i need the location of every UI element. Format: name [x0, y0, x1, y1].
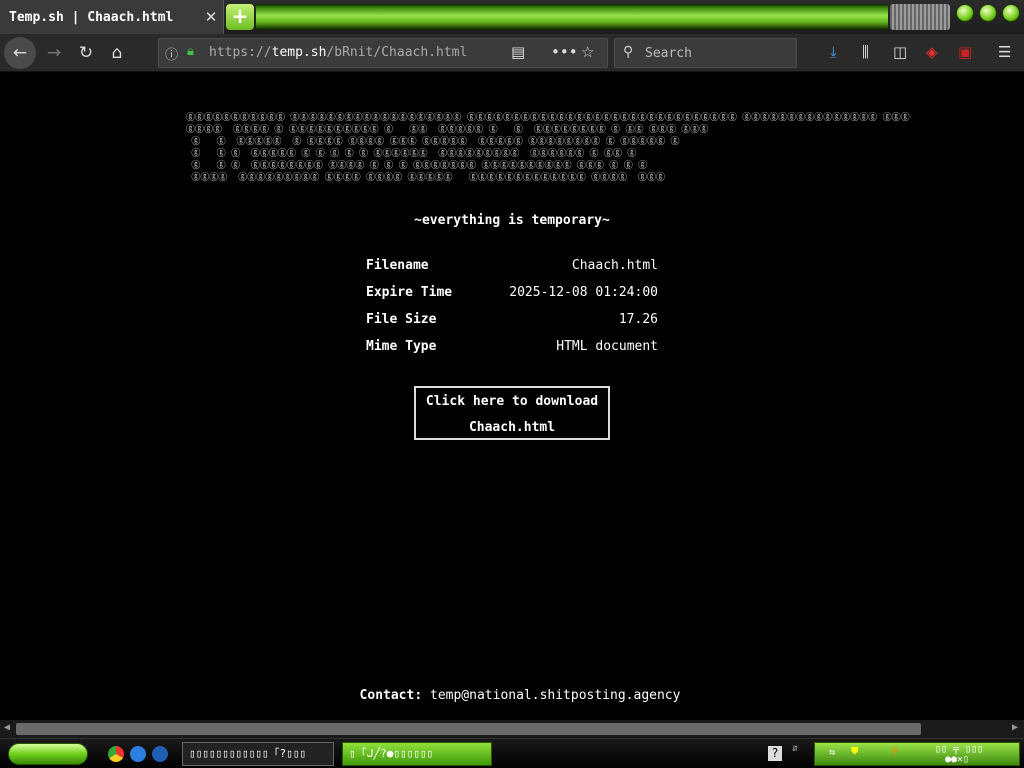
home-button[interactable]: ⌂: [103, 39, 131, 67]
info-label: Expire Time: [366, 285, 453, 300]
info-value: 17.26: [618, 312, 658, 327]
scroll-right-icon[interactable]: ▶: [1012, 722, 1018, 733]
close-window-button[interactable]: [1002, 4, 1020, 22]
ascii-banner: ⓖⓖⓖⓖⓖⓖⓖⓖⓖⓖⓖ ⓖⓖⓖⓖⓖⓖⓖⓖⓖⓖⓖⓖⓖⓖⓖⓖⓖⓖⓖ ⓖⓖⓖⓖⓖⓖⓖⓖ…: [186, 112, 1024, 182]
url-bar[interactable]: ⓘ 🔒︎ https://temp.sh/bRnit/Chaach.html ▤…: [158, 38, 608, 68]
help-icon[interactable]: ?: [768, 746, 782, 761]
horizontal-scrollbar[interactable]: ◀ ▶: [0, 720, 1024, 738]
info-value: Chaach.html: [571, 258, 658, 273]
contact-label: Contact:: [359, 688, 423, 703]
close-tab-icon[interactable]: ✕: [199, 8, 223, 26]
file-info-table: Filename Chaach.html Expire Time 2025-12…: [366, 258, 658, 366]
library-icon[interactable]: ⫼: [862, 43, 869, 61]
info-label: Filename: [366, 258, 429, 273]
scrollbar-thumb[interactable]: [16, 723, 921, 735]
search-tray-icon[interactable]: ⚲: [891, 746, 898, 757]
browser-icon[interactable]: [152, 746, 168, 762]
banner-line-1: ⓖⓖⓖⓖⓖⓖⓖⓖⓖⓖⓖ ⓖⓖⓖⓖⓖⓖⓖⓖⓖⓖⓖⓖⓖⓖⓖⓖⓖⓖⓖ ⓖⓖⓖⓖⓖⓖⓖⓖ…: [186, 113, 910, 123]
search-bar[interactable]: ⚲ Search: [614, 38, 797, 68]
scroll-left-icon[interactable]: ◀: [4, 722, 10, 733]
url-text[interactable]: https://temp.sh/bRnit/Chaach.html: [209, 45, 467, 60]
network-icon[interactable]: ⇆: [829, 747, 835, 758]
extension-icon[interactable]: ▣: [958, 43, 972, 61]
info-row-mime: Mime Type HTML document: [366, 339, 658, 366]
tab-title: Temp.sh | Chaach.html: [9, 9, 174, 25]
sidebar-icon[interactable]: ◫: [893, 43, 907, 61]
maximize-button[interactable]: [979, 4, 997, 22]
contact-line: Contact: temp@national.shitposting.agenc…: [0, 688, 1024, 703]
nav-bar: ← → ↻ ⌂ ⓘ 🔒︎ https://temp.sh/bRnit/Chaac…: [0, 34, 1024, 72]
download-button[interactable]: Click here to download Chaach.html: [414, 386, 610, 440]
search-placeholder: Search: [645, 46, 692, 61]
minimize-button[interactable]: [956, 4, 974, 22]
chrome-icon[interactable]: [108, 746, 124, 762]
bookmark-star-icon[interactable]: ☆: [581, 43, 594, 61]
banner-line-4: ⓖ ⓖ ⓖ ⓖⓖⓖⓖⓖ ⓖ ⓖ ⓖ ⓖ ⓖ ⓖⓖⓖⓖⓖⓖ ⓖⓖⓖⓖⓖⓖⓖⓖⓖ ⓖ…: [186, 149, 637, 159]
tab-strip-drag-area[interactable]: [256, 4, 888, 30]
reload-button[interactable]: ↻: [72, 39, 100, 67]
download-label: Click here to download: [425, 394, 599, 409]
banner-line-6: ⓖⓖⓖⓖ ⓖⓖⓖⓖⓖⓖⓖⓖⓖ ⓖⓖⓖⓖ ⓖⓖⓖⓖ ⓖⓖⓖⓖⓖ ⓖⓖⓖⓖⓖⓖⓖⓖⓖ…: [186, 173, 666, 182]
taskbar: ▯▯▯▯▯▯▯▯▯▯▯▯「?▯▯▯ ▯「ᒍ╱?●▯▯▯▯▯▯ ? ⇵ ⇆ ⛊ ⚲…: [0, 738, 1024, 768]
forward-button[interactable]: →: [40, 39, 68, 67]
page-actions-icon[interactable]: •••: [551, 43, 578, 61]
banner-line-2: ⓖⓖⓖⓖ ⓖⓖⓖⓖ ⓖ ⓖⓖⓖⓖⓖⓖⓖⓖⓖⓖ ⓖ ⓖⓖ ⓖⓖⓖⓖⓖ ⓖ ⓖ ⓖⓖ…: [186, 125, 709, 135]
new-tab-button[interactable]: +: [226, 4, 254, 30]
ie-icon[interactable]: [130, 746, 146, 762]
tray-toggle-icon[interactable]: ⇵: [792, 743, 798, 754]
taskbar-item-2[interactable]: ▯「ᒍ╱?●▯▯▯▯▯▯: [342, 742, 492, 766]
info-value: HTML document: [556, 339, 658, 354]
start-button[interactable]: [8, 743, 88, 765]
reader-view-icon[interactable]: ▤: [511, 43, 525, 61]
tagline: ~everything is temporary~: [414, 213, 610, 228]
ublock-icon[interactable]: ◈: [926, 43, 938, 61]
lock-icon: 🔒︎: [187, 44, 194, 59]
info-value: 2025-12-08 01:24:00: [509, 285, 658, 300]
info-row-filename: Filename Chaach.html: [366, 258, 658, 285]
tray-controls-icon[interactable]: ●●✕▯: [945, 754, 969, 765]
tab-active[interactable]: Temp.sh | Chaach.html ✕: [0, 0, 224, 34]
page-content: ⓖⓖⓖⓖⓖⓖⓖⓖⓖⓖⓖ ⓖⓖⓖⓖⓖⓖⓖⓖⓖⓖⓖⓖⓖⓖⓖⓖⓖⓖⓖ ⓖⓖⓖⓖⓖⓖⓖⓖ…: [0, 72, 1024, 720]
taskbar-item-1[interactable]: ▯▯▯▯▯▯▯▯▯▯▯▯「?▯▯▯: [182, 742, 334, 766]
system-tray: ⇆ ⛊ ⚲ ▯▯ ╤ ▯▯▯ ●●✕▯: [814, 742, 1020, 766]
banner-line-5: ⓖ ⓖ ⓖ ⓖⓖⓖⓖⓖⓖⓖⓖ ⓖⓖⓖⓖ ⓖ ⓖ ⓖ ⓖⓖⓖⓖⓖⓖⓖ ⓖⓖⓖⓖⓖⓖ…: [186, 161, 648, 171]
back-button[interactable]: ←: [4, 37, 36, 69]
grip-decoration: [890, 4, 950, 30]
search-icon: ⚲: [623, 44, 634, 60]
tab-strip: Temp.sh | Chaach.html ✕ +: [0, 0, 1024, 34]
info-icon[interactable]: ⓘ: [165, 44, 178, 63]
download-icon[interactable]: ⤓: [830, 43, 837, 61]
info-label: File Size: [366, 312, 437, 327]
info-label: Mime Type: [366, 339, 437, 354]
info-row-expire: Expire Time 2025-12-08 01:24:00: [366, 285, 658, 312]
download-filename: Chaach.html: [468, 420, 556, 435]
contact-email-link[interactable]: temp@national.shitposting.agency: [430, 688, 680, 703]
banner-line-3: ⓖ ⓖ ⓖⓖⓖⓖⓖ ⓖ ⓖⓖⓖⓖ ⓖⓖⓖⓖ ⓖⓖⓖ ⓖⓖⓖⓖⓖ ⓖⓖⓖⓖⓖ ⓖⓖ…: [186, 137, 680, 147]
menu-icon[interactable]: ☰: [998, 43, 1011, 61]
info-row-size: File Size 17.26: [366, 312, 658, 339]
shield-icon[interactable]: ⛊: [851, 746, 859, 757]
